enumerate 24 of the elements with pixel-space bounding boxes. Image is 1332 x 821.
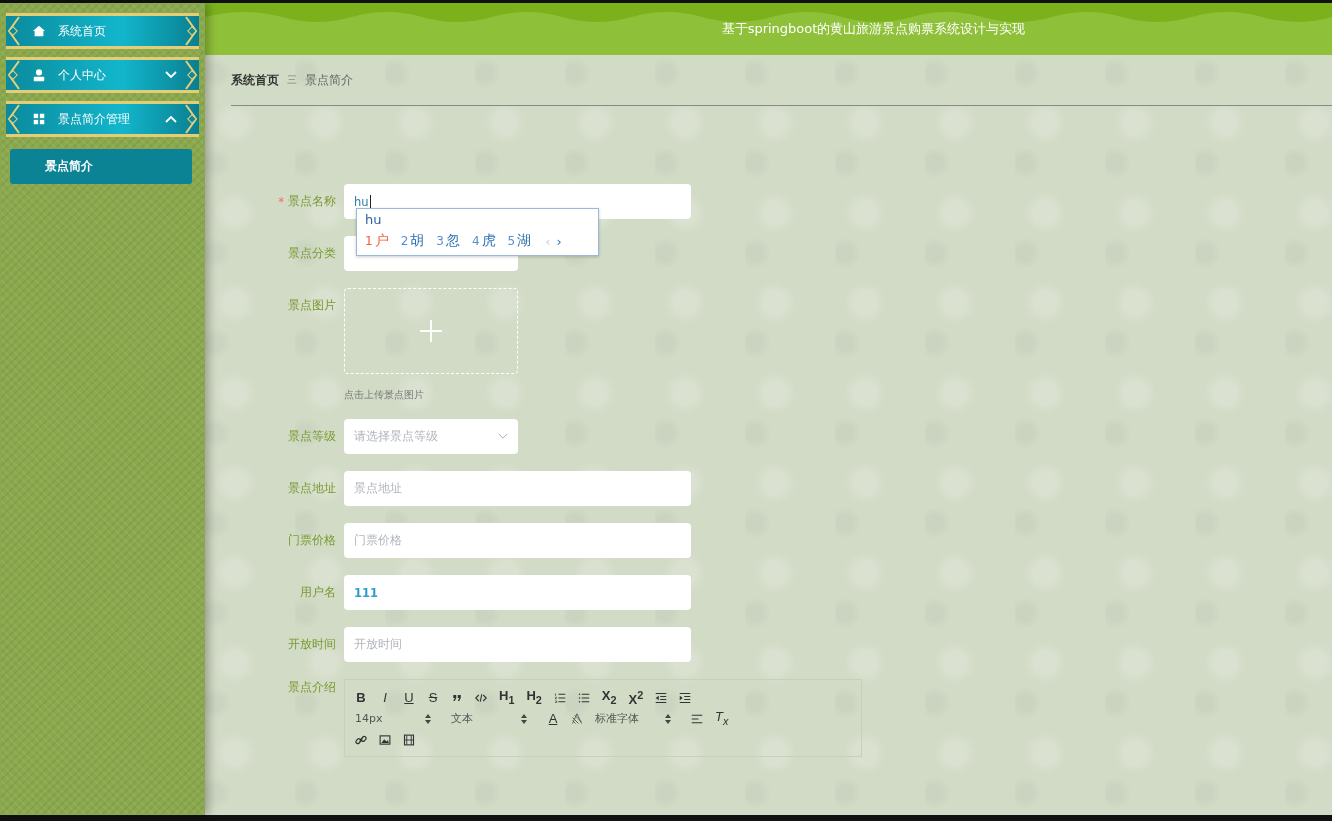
- site-title: 基于springboot的黄山旅游景点购票系统设计与实现: [721, 20, 1026, 38]
- field-label: 用户名: [300, 585, 336, 600]
- menu-label: 个人中心: [58, 66, 107, 84]
- menu-label: 系统首页: [58, 22, 107, 40]
- field-label: 景点图片: [288, 298, 336, 313]
- placeholder: 门票价格: [354, 533, 402, 548]
- menu-label: 景点简介管理: [58, 110, 131, 128]
- field-label: 景点介绍: [288, 679, 336, 695]
- field-label: 景点名称: [288, 194, 336, 209]
- required-mark: *: [278, 194, 284, 209]
- field-value: hu: [354, 194, 369, 209]
- field-label: 门票价格: [288, 533, 336, 548]
- placeholder: 请选择景点等级: [354, 429, 438, 444]
- upload-hint: 点击上传景点图片: [344, 388, 425, 402]
- field-label: 景点分类: [288, 246, 336, 261]
- breadcrumb-item: 景点简介: [305, 72, 353, 88]
- field-label: 景点地址: [288, 481, 336, 496]
- ime-composition: hu: [365, 211, 383, 229]
- field-value: 111: [354, 585, 378, 600]
- placeholder: 开放时间: [354, 637, 402, 652]
- field-label: 开放时间: [288, 637, 336, 652]
- breadcrumb-separator: 三: [287, 73, 297, 87]
- field-label: 景点等级: [288, 429, 336, 444]
- placeholder: 景点地址: [354, 481, 402, 496]
